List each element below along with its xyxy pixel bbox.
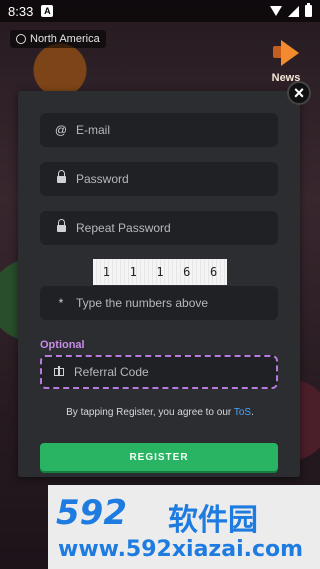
password-placeholder: Password xyxy=(76,172,129,186)
battery-icon xyxy=(305,3,312,17)
optional-label: Optional xyxy=(40,339,85,351)
repeat-password-placeholder: Repeat Password xyxy=(76,221,171,235)
tos-prefix: By tapping Register, you agree to our xyxy=(66,407,232,418)
wifi-icon xyxy=(270,6,282,16)
captcha-digit: 6 xyxy=(183,265,191,279)
captcha-digit: 1 xyxy=(129,265,137,279)
email-field[interactable]: @ E-mail xyxy=(40,113,278,147)
cell-signal-icon xyxy=(288,5,299,17)
repeat-password-field[interactable]: Repeat Password xyxy=(40,211,278,245)
tos-suffix: . xyxy=(251,407,254,418)
tos-link[interactable]: ToS xyxy=(234,407,251,418)
asterisk-icon: * xyxy=(58,296,64,310)
watermark-chinese: 软件园 xyxy=(168,504,258,537)
region-label: North America xyxy=(30,33,100,45)
tos-text: By tapping Register, you agree to our To… xyxy=(0,407,320,418)
captcha-answer-placeholder: Type the numbers above xyxy=(76,296,209,310)
captcha-digit: 6 xyxy=(209,265,218,279)
captcha-answer-field[interactable]: * Type the numbers above xyxy=(40,286,278,320)
app-notification-icon: A xyxy=(41,5,54,17)
referral-placeholder: Referral Code xyxy=(74,365,149,379)
status-time: 8:33 xyxy=(8,3,34,19)
region-selector[interactable]: North America xyxy=(10,30,106,48)
lock-icon xyxy=(54,170,68,186)
globe-icon xyxy=(16,34,26,44)
captcha-digit: 1 xyxy=(156,265,164,279)
register-button[interactable]: REGISTER xyxy=(40,443,278,471)
megaphone-icon xyxy=(271,40,301,66)
password-field[interactable]: Password xyxy=(40,162,278,196)
email-placeholder: E-mail xyxy=(76,123,111,137)
close-button[interactable]: × xyxy=(287,81,311,105)
gift-icon xyxy=(54,366,64,376)
captcha-digit: 1 xyxy=(102,265,111,279)
status-bar: 8:33 A xyxy=(0,0,320,22)
at-icon: @ xyxy=(54,123,68,137)
lock-icon xyxy=(54,219,68,235)
referral-code-field[interactable]: Referral Code xyxy=(40,355,278,389)
news-button[interactable]: News xyxy=(266,40,306,84)
captcha-image: 1 1 1 6 6 xyxy=(93,259,227,285)
watermark: 592 软件园 www.592xiazai.com xyxy=(48,485,320,569)
watermark-url: www.592xiazai.com xyxy=(58,537,304,562)
watermark-number: 592 xyxy=(56,493,127,533)
status-icons xyxy=(270,3,312,17)
